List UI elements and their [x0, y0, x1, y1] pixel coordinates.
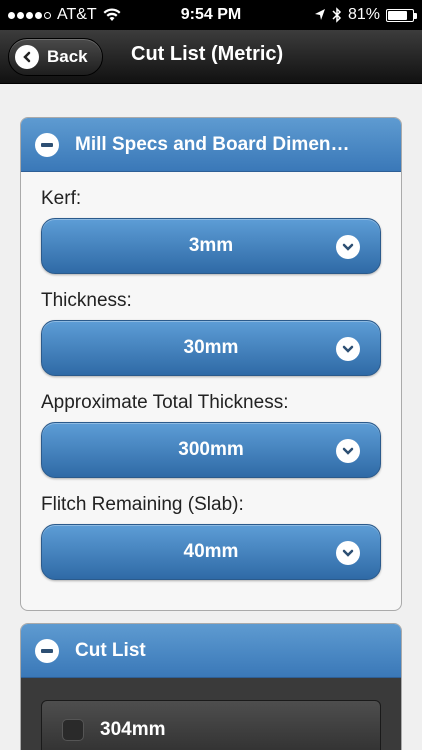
- total-thickness-select[interactable]: 300mm: [41, 422, 381, 478]
- flitch-remaining-select[interactable]: 40mm: [41, 524, 381, 580]
- collapse-icon: [35, 638, 59, 663]
- chevron-down-icon: [336, 439, 360, 463]
- cut-list-item[interactable]: 304mm: [41, 700, 381, 750]
- cut-list-panel: Cut List 304mm: [20, 623, 402, 750]
- cut-list-header[interactable]: Cut List: [21, 624, 401, 678]
- kerf-label: Kerf:: [41, 188, 82, 209]
- bluetooth-icon: [332, 7, 342, 23]
- back-button[interactable]: Back: [8, 38, 103, 76]
- thickness-value: 30mm: [183, 337, 239, 358]
- thickness-label: Thickness:: [41, 290, 132, 311]
- total-thickness-label: Approximate Total Thickness:: [41, 392, 289, 413]
- flitch-remaining-label: Flitch Remaining (Slab):: [41, 494, 244, 515]
- battery-percent: 81%: [347, 6, 380, 23]
- chevron-down-icon: [336, 541, 360, 565]
- location-arrow-icon: [314, 9, 325, 20]
- collapse-icon: [35, 132, 59, 157]
- chevron-down-icon: [336, 235, 360, 259]
- cut-list-title: Cut List: [75, 639, 146, 661]
- chevron-left-icon: [15, 45, 39, 69]
- kerf-select[interactable]: 3mm: [41, 218, 381, 274]
- back-button-label: Back: [47, 47, 88, 66]
- navigation-header: Back Cut List (Metric): [0, 30, 422, 84]
- flitch-remaining-value: 40mm: [183, 541, 239, 562]
- mill-specs-panel: Mill Specs and Board Dimen… Kerf: 3mm Th…: [20, 117, 402, 611]
- total-thickness-value: 300mm: [178, 439, 244, 460]
- battery-icon: [386, 8, 417, 22]
- chevron-down-icon: [336, 337, 360, 361]
- status-bar: AT&T 9:54 PM 81%: [0, 0, 422, 30]
- battery-fill: [388, 10, 408, 20]
- cut-item-label: 304mm: [100, 719, 166, 740]
- cut-checkbox[interactable]: [62, 719, 84, 741]
- cut-list-body: 304mm: [21, 678, 401, 750]
- kerf-value: 3mm: [188, 235, 234, 256]
- mill-specs-header[interactable]: Mill Specs and Board Dimen…: [21, 118, 401, 172]
- page-title: Cut List (Metric): [131, 43, 284, 65]
- thickness-select[interactable]: 30mm: [41, 320, 381, 376]
- mill-specs-title: Mill Specs and Board Dimen…: [75, 133, 350, 155]
- status-right: 81%: [314, 6, 417, 24]
